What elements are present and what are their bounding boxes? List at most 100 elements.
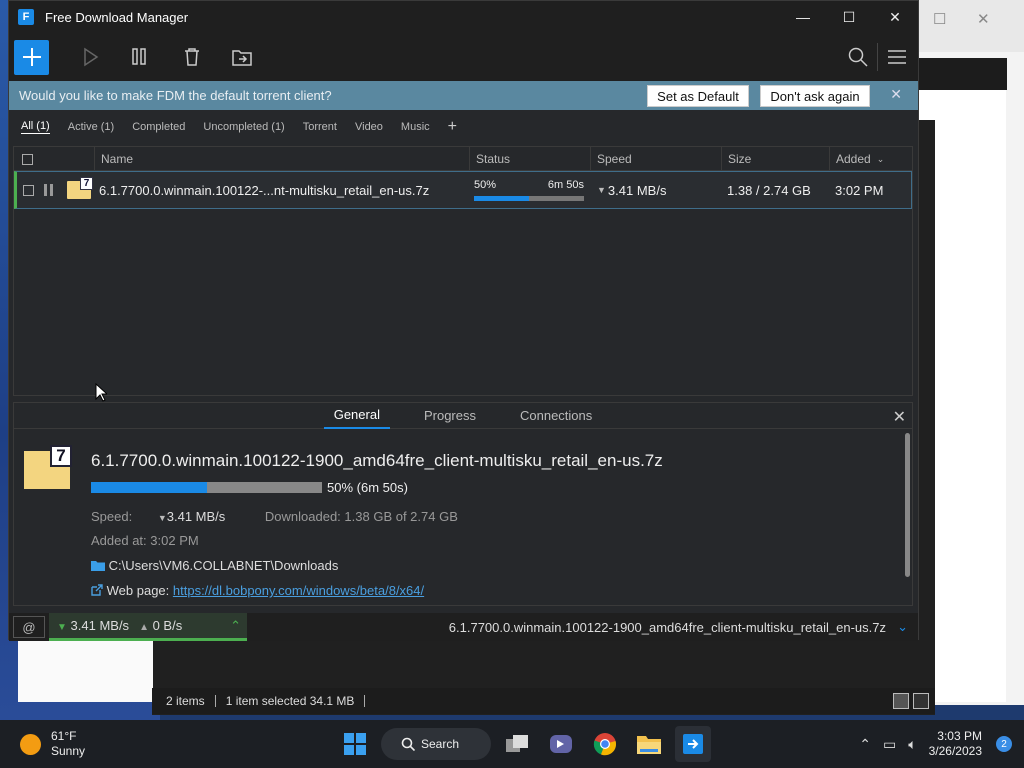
status-bar: @ ▼ 3.41 MB/s ▲ 0 B/s ⌃ 6.1.7700.0.winma… (9, 613, 918, 641)
weather-desc: Sunny (51, 744, 86, 758)
background-window-titlebar: ☐ ✕ (905, 0, 1024, 52)
filter-music[interactable]: Music (401, 121, 430, 133)
weather-temp: 61°F (51, 729, 77, 743)
teams-app-button[interactable] (543, 726, 579, 762)
close-button[interactable]: ✕ (872, 1, 918, 33)
filter-video[interactable]: Video (355, 121, 383, 133)
speed-indicator[interactable]: ▼ 3.41 MB/s ▲ 0 B/s ⌃ (49, 613, 247, 641)
download-list: Name Status Speed Size Added ⌄ 7 6.1.770… (13, 146, 913, 396)
details-speed-line: Speed: ▼3.41 MB/s Downloaded: 1.38 GB of… (91, 509, 458, 524)
taskbar: 61°F Sunny Search ⌃ ▭ 🔈︎ 3:03 PM 3/26/20… (0, 720, 1024, 768)
file-explorer-icon (637, 736, 661, 754)
speed-down-arrow-icon: ▼ (157, 513, 167, 523)
weather-widget[interactable]: 61°F Sunny (20, 729, 85, 759)
details-path-line[interactable]: C:\Users\VM6.COLLABNET\Downloads (91, 558, 338, 573)
tab-connections[interactable]: Connections (510, 403, 602, 429)
row-size: 1.38 / 2.74 GB (727, 182, 811, 198)
filter-uncompleted[interactable]: Uncompleted (1) (203, 121, 284, 133)
row-checkbox[interactable] (23, 184, 34, 196)
details-scrollbar[interactable] (905, 433, 910, 577)
tab-general[interactable]: General (323, 403, 390, 429)
downloaded-value: 1.38 GB of 2.74 GB (344, 509, 458, 524)
add-filter-icon[interactable]: + (448, 118, 457, 136)
details-added-line: Added at: 3:02 PM (91, 533, 199, 548)
maximize-button[interactable]: ☐ (826, 1, 872, 33)
row-pause-icon[interactable] (44, 172, 53, 208)
add-download-button[interactable] (14, 39, 49, 75)
web-page-link[interactable]: https://dl.bobpony.com/windows/beta/8/x6… (173, 583, 424, 598)
row-status: 50% 6m 50s (474, 172, 584, 208)
menu-button[interactable] (886, 46, 908, 68)
banner-message: Would you like to make FDM the default t… (19, 88, 332, 103)
web-page-label: Web page: (106, 583, 170, 598)
column-speed[interactable]: Speed (590, 147, 721, 171)
search-button[interactable] (847, 46, 869, 68)
windows-logo-icon (344, 733, 366, 755)
move-button[interactable] (231, 46, 253, 68)
notification-badge[interactable]: 2 (996, 736, 1012, 752)
tab-progress[interactable]: Progress (414, 403, 486, 429)
row-speed-value: 3.41 MB/s (607, 182, 667, 198)
filter-tabs: All (1) Active (1) Completed Uncompleted… (9, 110, 918, 144)
task-view-icon (506, 735, 528, 752)
speed-limit-snail-icon[interactable]: @ (13, 616, 45, 638)
download-row[interactable]: 7 6.1.7700.0.winmain.100122-...nt-multis… (14, 171, 912, 209)
chevron-up-icon[interactable]: ⌃ (230, 618, 241, 634)
show-hidden-icons-chevron[interactable]: ⌃ (859, 736, 871, 753)
column-added[interactable]: Added ⌄ (829, 147, 912, 171)
file-explorer-app-button[interactable] (631, 726, 667, 762)
background-maximize-icon: ☐ (933, 11, 947, 28)
search-label: Search (421, 737, 460, 751)
taskbar-search[interactable]: Search (381, 728, 491, 760)
row-file-name: 6.1.7700.0.winmain.100122-...nt-multisku… (99, 182, 430, 198)
network-icon[interactable]: ▭ (883, 736, 896, 753)
column-name[interactable]: Name (94, 147, 469, 171)
resume-button[interactable] (81, 46, 103, 68)
delete-button[interactable] (181, 46, 203, 68)
search-icon (848, 47, 868, 67)
speed-label: Speed: (91, 509, 133, 524)
pause-all-button[interactable] (131, 46, 153, 68)
added-value: 3:02 PM (150, 533, 199, 548)
task-view-button[interactable] (499, 726, 535, 762)
explorer-item-count: 2 items (166, 694, 205, 708)
list-header: Name Status Speed Size Added ⌄ (14, 147, 912, 171)
chrome-app-button[interactable] (587, 726, 623, 762)
explorer-pane (18, 640, 153, 702)
details-progress-bar (91, 482, 322, 493)
filter-torrent[interactable]: Torrent (303, 121, 337, 133)
column-size[interactable]: Size (721, 147, 829, 171)
select-all-checkbox[interactable] (22, 153, 33, 165)
filter-all[interactable]: All (1) (21, 120, 50, 134)
fdm-window: F Free Download Manager — ☐ ✕ Would you … (8, 0, 919, 641)
archive-file-icon: 7 (67, 177, 93, 199)
details-close-icon[interactable]: ✕ (893, 407, 906, 427)
fdm-taskbar-icon (683, 734, 703, 754)
download-arrow-icon: ▼ (57, 622, 67, 633)
sort-chevron-icon: ⌄ (876, 153, 885, 164)
details-web-line: Web page: https://dl.bobpony.com/windows… (91, 583, 424, 598)
filter-active[interactable]: Active (1) (68, 121, 114, 133)
fdm-app-button[interactable] (675, 726, 711, 762)
details-panel: General Progress Connections ✕ 7 6.1.770… (13, 402, 913, 606)
folder-move-icon (232, 50, 252, 66)
details-file-name: 6.1.7700.0.winmain.100122-1900_amd64fre_… (91, 451, 663, 470)
dont-ask-again-button[interactable]: Don't ask again (760, 85, 870, 107)
chevron-down-icon[interactable]: ⌄ (897, 619, 908, 635)
column-status[interactable]: Status (469, 147, 590, 171)
volume-icon[interactable]: 🔈︎ (908, 736, 916, 753)
tiles-view-icon[interactable] (913, 693, 929, 709)
folder-icon (91, 561, 105, 571)
upload-arrow-icon: ▲ (139, 622, 149, 633)
start-button[interactable] (337, 726, 373, 762)
window-title: Free Download Manager (45, 9, 189, 25)
clock[interactable]: 3:03 PM 3/26/2023 (929, 729, 982, 759)
filter-completed[interactable]: Completed (132, 121, 185, 133)
banner-close-icon[interactable]: ✕ (890, 86, 902, 103)
minimize-button[interactable]: — (780, 1, 826, 33)
toolbar (9, 33, 918, 81)
row-speed: ▼ 3.41 MB/s (597, 172, 666, 208)
download-path[interactable]: C:\Users\VM6.COLLABNET\Downloads (109, 558, 339, 573)
details-view-icon[interactable] (893, 693, 909, 709)
set-as-default-button[interactable]: Set as Default (647, 85, 749, 107)
